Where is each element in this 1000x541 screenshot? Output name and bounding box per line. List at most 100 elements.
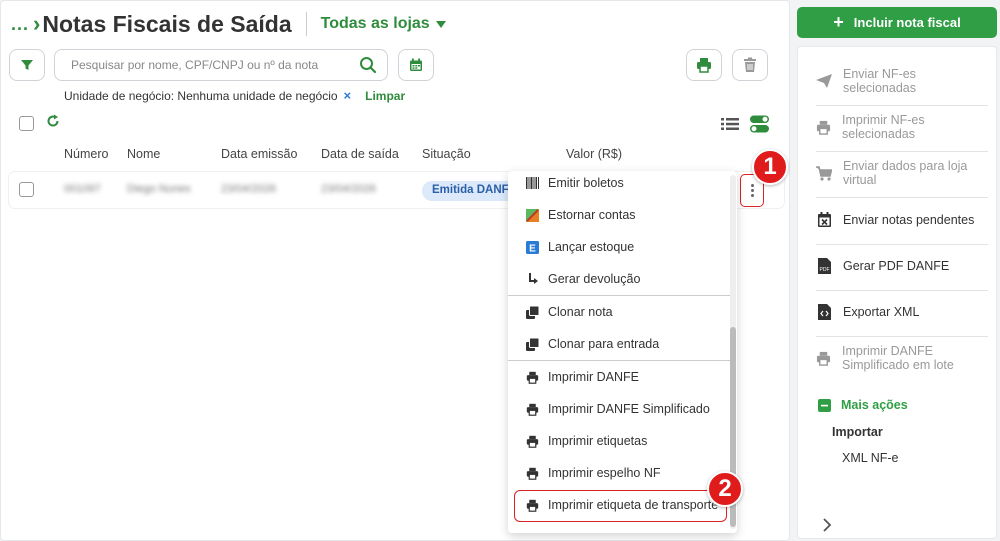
sidebar-item-label: Enviar dados para loja virtual <box>843 159 968 187</box>
remove-filter-icon[interactable]: × <box>344 88 352 103</box>
col-situacao[interactable]: Situação <box>422 147 471 161</box>
menu-item-label: Imprimir etiquetas <box>548 434 648 448</box>
menu-item-label: Imprimir DANFE Simplificado <box>548 402 710 416</box>
return-arrow-icon <box>526 272 539 286</box>
print-button[interactable] <box>686 49 722 81</box>
clear-filters-link[interactable]: Limpar <box>365 89 405 103</box>
printer-icon <box>816 120 831 135</box>
printer-icon <box>816 351 831 366</box>
row-checkbox[interactable] <box>19 182 34 197</box>
sidebar-divider <box>816 151 988 152</box>
menu-item-label: Clonar para entrada <box>548 337 660 351</box>
sidebar-divider <box>816 336 988 337</box>
search-input[interactable] <box>71 58 359 72</box>
menu-item-imprimir-etiquetas[interactable]: Imprimir etiquetas <box>508 425 730 457</box>
filter-icon <box>21 60 33 70</box>
svg-text:PDF: PDF <box>819 267 829 273</box>
list-view-icon[interactable] <box>721 117 739 131</box>
caret-down-icon <box>435 20 446 28</box>
clone-icon <box>526 305 539 319</box>
sidebar-divider <box>816 105 988 106</box>
menu-item-imprimir-danfe-simplificado[interactable]: Imprimir DANFE Simplificado <box>508 393 730 425</box>
calendar-button[interactable] <box>398 49 434 81</box>
kebab-icon <box>750 184 754 197</box>
divider <box>305 12 307 36</box>
menu-item-emitir-boletos[interactable]: Emitir boletos <box>508 171 730 199</box>
menu-item-label: Emitir boletos <box>548 176 624 190</box>
row-numero: 001097 <box>64 183 101 195</box>
col-numero[interactable]: Número <box>64 147 108 161</box>
col-data-saida[interactable]: Data de saída <box>321 147 399 161</box>
search-box <box>54 49 388 81</box>
sidebar-item-label: Imprimir NF-es selecionadas <box>842 113 925 141</box>
more-actions-toggle[interactable]: Mais ações <box>818 398 908 412</box>
generate-pdf-danfe[interactable]: PDF Gerar PDF DANFE <box>816 258 986 274</box>
menu-item-label: Imprimir espelho NF <box>548 466 661 480</box>
sidebar-item-label: Imprimir DANFE Simplificado em lote <box>842 344 954 372</box>
store-selector-label: Todas as lojas <box>320 15 430 32</box>
menu-item-lancar-estoque[interactable]: E Lançar estoque <box>508 231 730 263</box>
refresh-icon[interactable] <box>46 114 60 128</box>
menu-item-gerar-devolucao[interactable]: Gerar devolução <box>508 263 730 295</box>
toggle-icon[interactable] <box>750 115 770 133</box>
collapse-icon <box>818 398 831 412</box>
send-nfe-selected[interactable]: Enviar NF-es selecionadas <box>816 67 986 95</box>
add-invoice-button[interactable]: + Incluir nota fiscal <box>797 7 997 38</box>
pdf-file-icon: PDF <box>816 258 832 274</box>
col-valor[interactable]: Valor (R$) <box>566 147 622 161</box>
printer-icon <box>526 371 539 384</box>
send-pending-notes[interactable]: Enviar notas pendentes <box>816 212 986 227</box>
sidebar-divider <box>816 244 988 245</box>
menu-item-imprimir-espelho[interactable]: Imprimir espelho NF <box>508 457 730 489</box>
print-nfe-selected[interactable]: Imprimir NF-es selecionadas <box>816 113 986 141</box>
menu-item-label: Gerar devolução <box>548 272 641 286</box>
sidebar-item-label: Enviar NF-es selecionadas <box>843 67 916 95</box>
printer-icon <box>697 58 711 73</box>
sidebar-divider <box>816 290 988 291</box>
filter-button[interactable] <box>9 49 45 81</box>
business-unit-filter: Unidade de negócio: Nenhuma unidade de n… <box>64 88 338 103</box>
step-badge-2: 2 <box>707 471 743 507</box>
select-all-checkbox[interactable] <box>19 116 34 131</box>
status-badge: Emitida DANFE <box>422 181 522 201</box>
sidebar-item-label: Enviar notas pendentes <box>843 212 975 227</box>
print-danfe-batch[interactable]: Imprimir DANFE Simplificado em lote <box>816 344 986 372</box>
delete-button[interactable] <box>732 49 768 81</box>
export-xml[interactable]: Exportar XML <box>816 304 986 320</box>
col-nome[interactable]: Nome <box>127 147 160 161</box>
printer-icon <box>526 467 539 480</box>
import-heading: Importar <box>832 425 883 439</box>
calendar-icon <box>410 58 422 71</box>
highlight-outline <box>514 490 727 522</box>
menu-item-imprimir-danfe[interactable]: Imprimir DANFE <box>508 361 730 393</box>
printer-icon <box>526 435 539 448</box>
sidebar-item-label: Gerar PDF DANFE <box>843 259 950 273</box>
menu-item-estornar-contas[interactable]: Estornar contas <box>508 199 730 231</box>
menu-item-label: Estornar contas <box>548 208 636 222</box>
sidebar-divider <box>816 197 988 198</box>
send-icon <box>816 74 832 88</box>
menu-item-clonar-nota[interactable]: Clonar nota <box>508 296 730 328</box>
menu-item-label: Imprimir DANFE <box>548 370 639 384</box>
sidebar-item-label: Exportar XML <box>843 305 920 319</box>
breadcrumb[interactable]: ... <box>11 14 29 35</box>
printer-icon <box>526 403 539 416</box>
row-data-saida: 23/04/2026 <box>321 183 377 195</box>
store-selector[interactable]: Todas as lojas <box>321 15 446 33</box>
calendar-x-icon <box>816 212 832 227</box>
actions-sidebar: Enviar NF-es selecionadas Imprimir NF-es… <box>797 46 997 539</box>
col-data-emissao[interactable]: Data emissão <box>221 147 297 161</box>
chevron-right-icon[interactable] <box>822 518 832 532</box>
cart-icon <box>816 165 832 181</box>
search-icon[interactable] <box>359 56 377 74</box>
import-xml-link[interactable]: XML NF-e <box>842 451 899 465</box>
send-store-data[interactable]: Enviar dados para loja virtual <box>816 159 986 187</box>
row-nome: Diego Nunes <box>127 183 191 195</box>
barcode-icon <box>526 177 539 190</box>
stock-icon: E <box>526 240 539 254</box>
add-invoice-label: Incluir nota fiscal <box>853 15 961 30</box>
menu-item-clonar-entrada[interactable]: Clonar para entrada <box>508 328 730 360</box>
plus-icon: + <box>833 12 844 32</box>
more-actions-label: Mais ações <box>841 398 908 412</box>
reverse-accounts-icon <box>526 208 539 222</box>
